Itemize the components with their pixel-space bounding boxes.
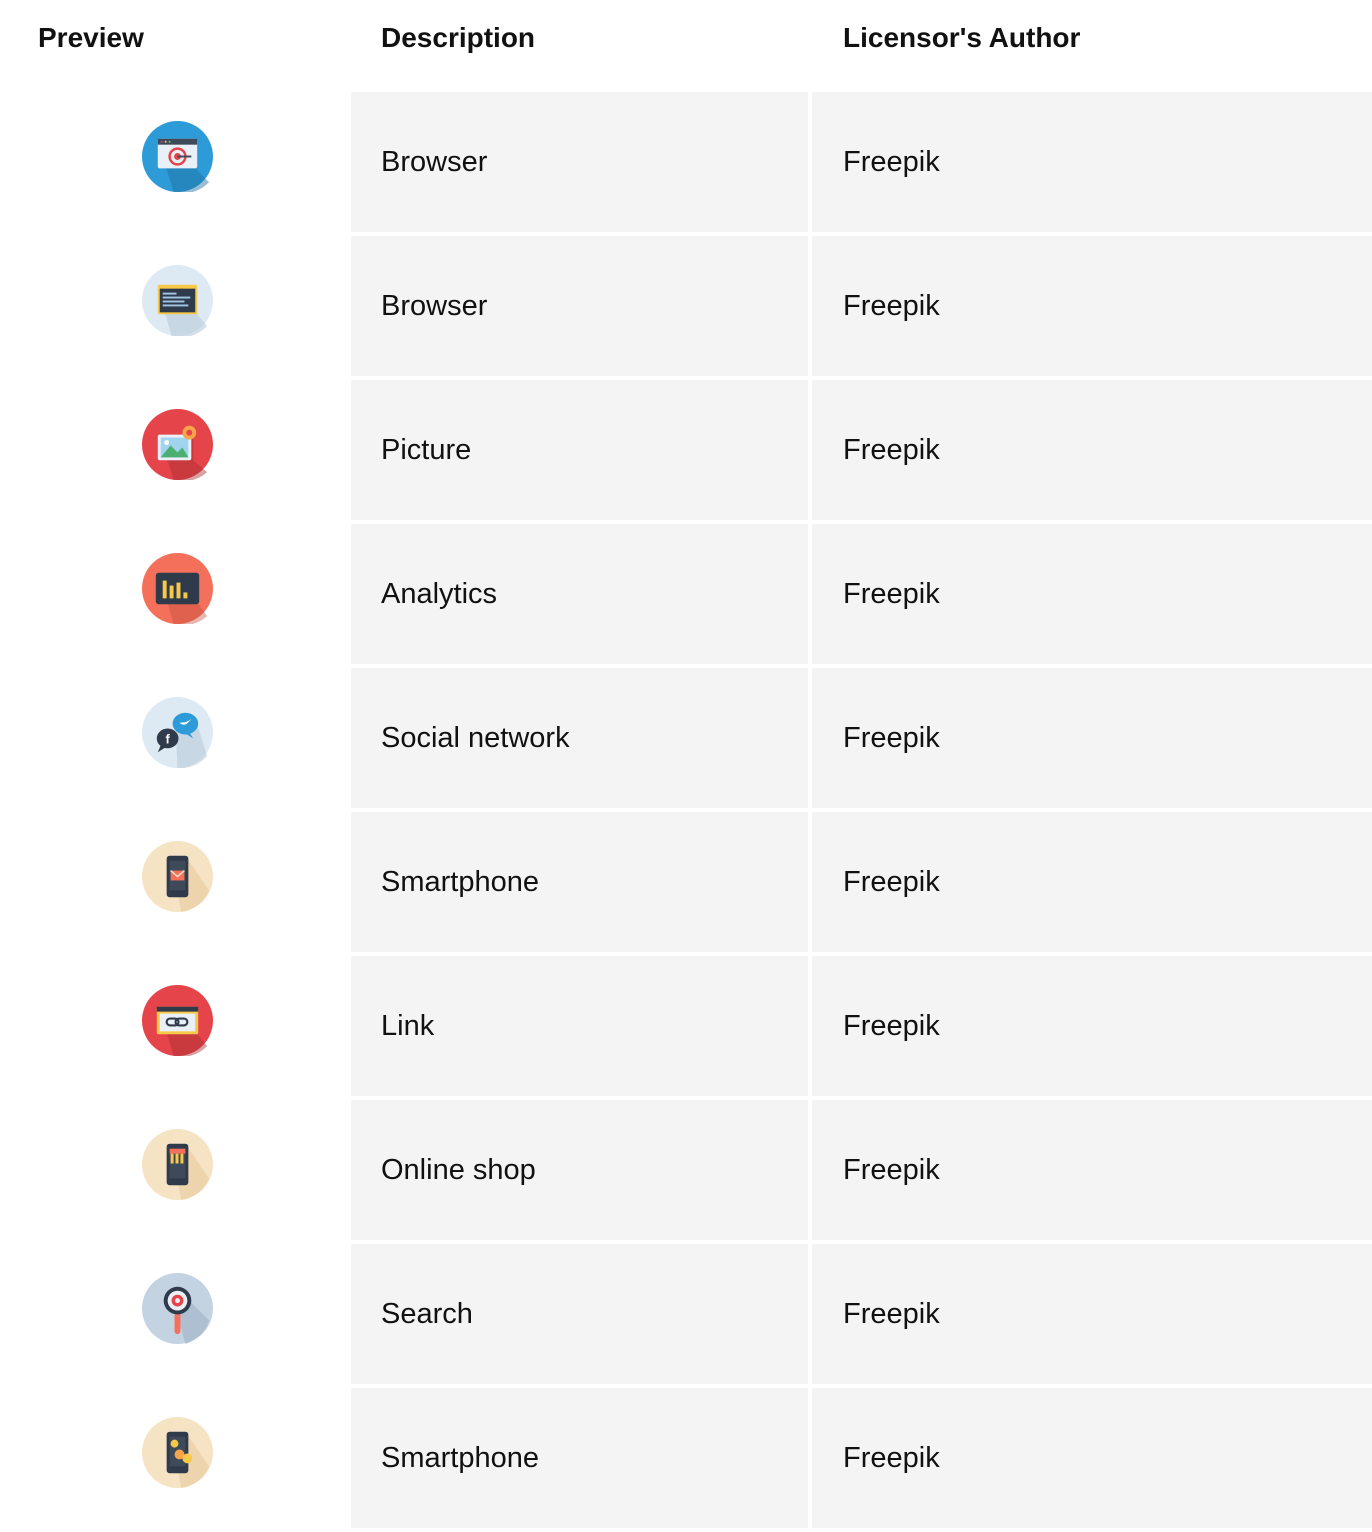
description-cell: Search [351,1244,808,1384]
author-text: Freepik [843,722,940,754]
preview-cell [0,236,351,376]
browser-target-icon [142,121,213,192]
description-cell: Browser [351,92,808,232]
author-cell: Freepik [812,1244,1372,1384]
description-text: Smartphone [381,866,539,898]
description-cell: Smartphone [351,1388,808,1528]
search-magnifier-gear-icon [142,1273,213,1344]
svg-text:f: f [166,731,171,746]
description-cell: Link [351,956,808,1096]
table-row: Browser Freepik [0,92,1372,232]
description-cell: Analytics [351,524,808,664]
browser-link-icon [142,985,213,1056]
preview-cell [0,1100,351,1240]
author-cell: Freepik [812,1100,1372,1240]
author-text: Freepik [843,434,940,466]
smartphone-coins-icon [142,1417,213,1488]
table-body: Browser Freepik Browser Freepik Picture … [0,92,1372,1532]
preview-cell [0,92,351,232]
table-row: Online shop Freepik [0,1100,1372,1240]
header-description: Description [381,22,536,53]
preview-cell [0,956,351,1096]
author-cell: Freepik [812,236,1372,376]
table-row: Browser Freepik [0,236,1372,376]
preview-cell: f [0,668,351,808]
author-text: Freepik [843,1010,940,1042]
table-row: f Social network Freepik [0,668,1372,808]
description-text: Online shop [381,1154,536,1186]
description-text: Search [381,1298,473,1330]
preview-cell [0,524,351,664]
description-text: Picture [381,434,472,466]
author-cell: Freepik [812,956,1372,1096]
author-text: Freepik [843,1442,940,1474]
author-cell: Freepik [812,380,1372,520]
header-preview: Preview [38,22,144,53]
description-cell: Browser [351,236,808,376]
header-author: Licensor's Author [843,22,1081,53]
browser-code-icon [142,265,213,336]
author-text: Freepik [843,578,940,610]
analytics-chart-icon [142,553,213,624]
description-text: Analytics [381,578,498,610]
table-row: Search Freepik [0,1244,1372,1384]
author-text: Freepik [843,290,940,322]
preview-cell [0,812,351,952]
author-text: Freepik [843,146,940,178]
preview-cell [0,380,351,520]
preview-cell [0,1388,351,1528]
author-cell: Freepik [812,668,1372,808]
description-cell: Online shop [351,1100,808,1240]
description-cell: Social network [351,668,808,808]
picture-settings-icon [142,409,213,480]
table-row: Analytics Freepik [0,524,1372,664]
table-row: Link Freepik [0,956,1372,1096]
description-text: Smartphone [381,1442,539,1474]
smartphone-mail-icon [142,841,213,912]
preview-cell [0,1244,351,1384]
author-text: Freepik [843,866,940,898]
table-row: Smartphone Freepik [0,1388,1372,1528]
social-network-bubbles-icon: f [142,697,213,768]
author-cell: Freepik [812,92,1372,232]
description-text: Browser [381,290,488,322]
description-text: Browser [381,146,488,178]
author-cell: Freepik [812,1388,1372,1528]
author-cell: Freepik [812,524,1372,664]
online-shop-phone-icon [142,1129,213,1200]
table-row: Smartphone Freepik [0,812,1372,952]
description-cell: Smartphone [351,812,808,952]
description-cell: Picture [351,380,808,520]
description-text: Link [381,1010,435,1042]
author-text: Freepik [843,1298,940,1330]
author-cell: Freepik [812,812,1372,952]
table-header: Preview Description Licensor's Author [0,0,1372,92]
table-row: Picture Freepik [0,380,1372,520]
description-text: Social network [381,722,570,754]
author-text: Freepik [843,1154,940,1186]
